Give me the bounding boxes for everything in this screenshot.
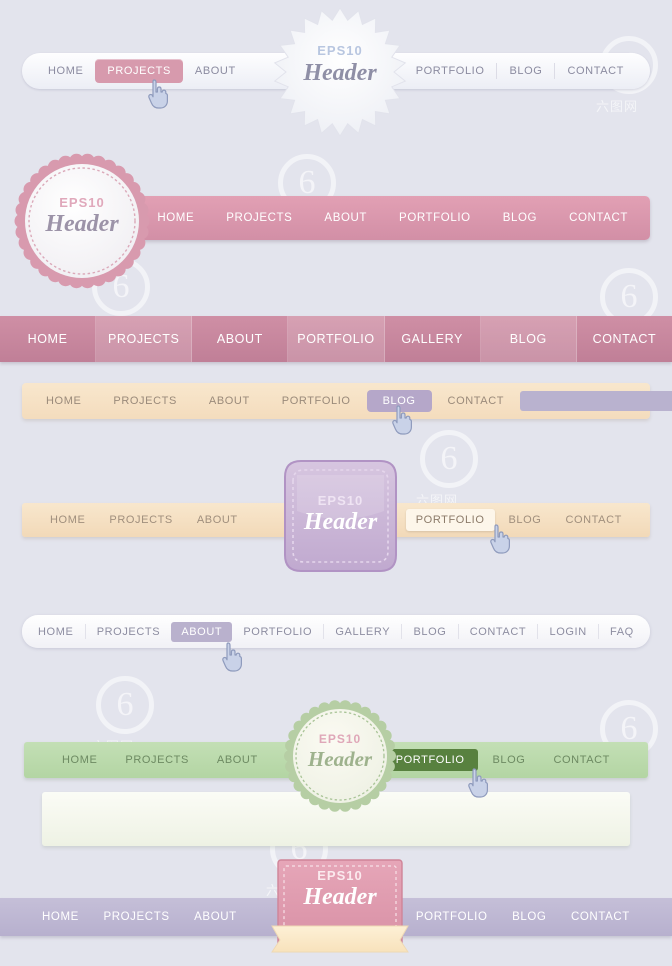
nav-item-projects[interactable]: PROJECTS — [96, 316, 193, 362]
watermark-symbol: 6 — [420, 430, 478, 488]
nav-item-contact[interactable]: CONTACT — [555, 59, 636, 83]
watermark-text: 六图网 — [596, 99, 639, 114]
eps-label: EPS10 — [317, 868, 363, 883]
header-title: Header — [303, 509, 378, 535]
ribbon-shape — [271, 925, 409, 953]
divider — [457, 624, 459, 639]
nav-item-blog[interactable]: BLOG — [480, 316, 577, 362]
nav-item-about[interactable]: ABOUT — [193, 390, 266, 412]
nav-item-about[interactable]: ABOUT — [187, 509, 248, 531]
nav-item-home[interactable]: HOME — [141, 212, 210, 224]
nav-item-about[interactable]: ABOUT — [183, 59, 248, 83]
nav-item-about[interactable]: ABOUT — [308, 212, 383, 224]
nav-item-about[interactable]: ABOUT — [184, 906, 247, 928]
nav-item-login[interactable]: LOGIN — [540, 622, 597, 642]
nav-item-portfolio[interactable]: PORTFOLIO — [233, 622, 322, 642]
nav-item-gallery[interactable]: GALLERY — [385, 316, 481, 362]
nav-item-projects[interactable]: PROJECTS — [93, 906, 179, 928]
nav-item-contact[interactable]: CONTACT — [553, 212, 644, 224]
nav-item-contact[interactable]: CONTACT — [555, 509, 632, 531]
round-badge-header: EPS10 Header — [14, 153, 150, 289]
nav-item-contact[interactable]: CONTACT — [577, 316, 672, 362]
header-title: Header — [303, 60, 377, 86]
round-badge-text: EPS10 Header — [272, 732, 408, 772]
round-badge-text: EPS10 Header — [14, 195, 150, 238]
nav-item-faq[interactable]: FAQ — [600, 622, 644, 642]
full-width-tab-nav[interactable]: HOME PROJECTS ABOUT PORTFOLIO GALLERY BL… — [0, 316, 672, 362]
nav-item-home[interactable]: HOME — [32, 906, 89, 928]
header-title: Header — [303, 884, 377, 910]
header-title: Header — [45, 211, 119, 237]
header-title: Header — [307, 747, 373, 771]
nav-item-contact[interactable]: CONTACT — [561, 906, 640, 928]
page-root: 6 六图网 6 六图网 6 六图网 6 六图网 6 六图网 6 六图网 6 六图… — [0, 0, 672, 966]
nav-item-home[interactable]: HOME — [48, 749, 111, 771]
nav-item-projects[interactable]: PROJECTS — [87, 622, 170, 642]
cream-nav-with-search[interactable]: HOME PROJECTS ABOUT PORTFOLIO BLOG CONTA… — [22, 383, 672, 419]
nav-item-projects[interactable]: PROJECTS — [99, 509, 182, 531]
divider — [597, 624, 599, 639]
nav-item-home[interactable]: HOME — [30, 390, 97, 412]
nav-item-projects[interactable]: PROJECTS — [210, 212, 308, 224]
nav-item-contact[interactable]: CONTACT — [539, 749, 624, 771]
watermark-symbol: 6 — [96, 676, 154, 734]
nav-item-blog[interactable]: BLOG — [366, 390, 432, 412]
burst-header: EPS10 Header — [271, 5, 409, 139]
ribbon-banner — [268, 924, 412, 954]
eps-label: EPS10 — [59, 195, 105, 210]
divider — [401, 624, 403, 639]
nav-item-about[interactable]: ABOUT — [192, 316, 289, 362]
nav-item-projects[interactable]: PROJECTS — [95, 59, 183, 83]
nav-item-home[interactable]: HOME — [36, 59, 95, 83]
eps-label: EPS10 — [318, 732, 362, 746]
nav-item-projects[interactable]: PROJECTS — [111, 749, 202, 771]
plaque-header-text: EPS10 Header — [272, 868, 408, 911]
nav-item-portfolio[interactable]: PORTFOLIO — [405, 509, 495, 531]
eps-label: EPS10 — [317, 493, 364, 508]
plaque-header-text: EPS10 Header — [271, 493, 410, 536]
nav-item-portfolio[interactable]: PORTFOLIO — [288, 316, 385, 362]
nav-item-contact[interactable]: CONTACT — [460, 622, 537, 642]
nav-item-portfolio[interactable]: PORTFOLIO — [383, 212, 487, 224]
divider — [84, 624, 86, 639]
white-pill-nav[interactable]: HOME PROJECTS ABOUT PORTFOLIO GALLERY BL… — [22, 615, 650, 648]
nav-item-blog[interactable]: BLOG — [497, 59, 554, 83]
nav-item-portfolio[interactable]: PORTFOLIO — [404, 59, 497, 83]
nav-item-home[interactable]: HOME — [28, 622, 83, 642]
nav-item-blog[interactable]: BLOG — [487, 212, 553, 224]
nav-item-about[interactable]: ABOUT — [171, 621, 233, 642]
nav-item-blog[interactable]: BLOG — [403, 622, 456, 642]
round-badge-header: EPS10 Header — [272, 700, 408, 812]
pink-bar-nav[interactable]: HOME PROJECTS ABOUT PORTFOLIO BLOG CONTA… — [110, 196, 650, 240]
nav-item-contact[interactable]: CONTACT — [432, 390, 521, 412]
eps-label: EPS10 — [317, 43, 363, 58]
nav-item-home[interactable]: HOME — [40, 509, 95, 531]
divider — [537, 624, 539, 639]
nav-item-blog[interactable]: BLOG — [498, 509, 551, 531]
nav-item-home[interactable]: HOME — [0, 316, 97, 362]
nav-item-projects[interactable]: PROJECTS — [97, 390, 192, 412]
nav-item-gallery[interactable]: GALLERY — [325, 622, 400, 642]
nav-item-blog[interactable]: BLOG — [502, 906, 556, 928]
plaque-header: EPS10 Header — [271, 451, 410, 581]
nav-item-about[interactable]: ABOUT — [203, 749, 272, 771]
burst-header-text: EPS10 Header — [271, 43, 409, 87]
nav-item-portfolio[interactable]: PORTFOLIO — [406, 906, 498, 928]
nav-item-blog[interactable]: BLOG — [478, 749, 539, 771]
divider — [323, 624, 325, 639]
search-input[interactable] — [520, 391, 672, 411]
nav-item-portfolio[interactable]: PORTFOLIO — [266, 390, 367, 412]
